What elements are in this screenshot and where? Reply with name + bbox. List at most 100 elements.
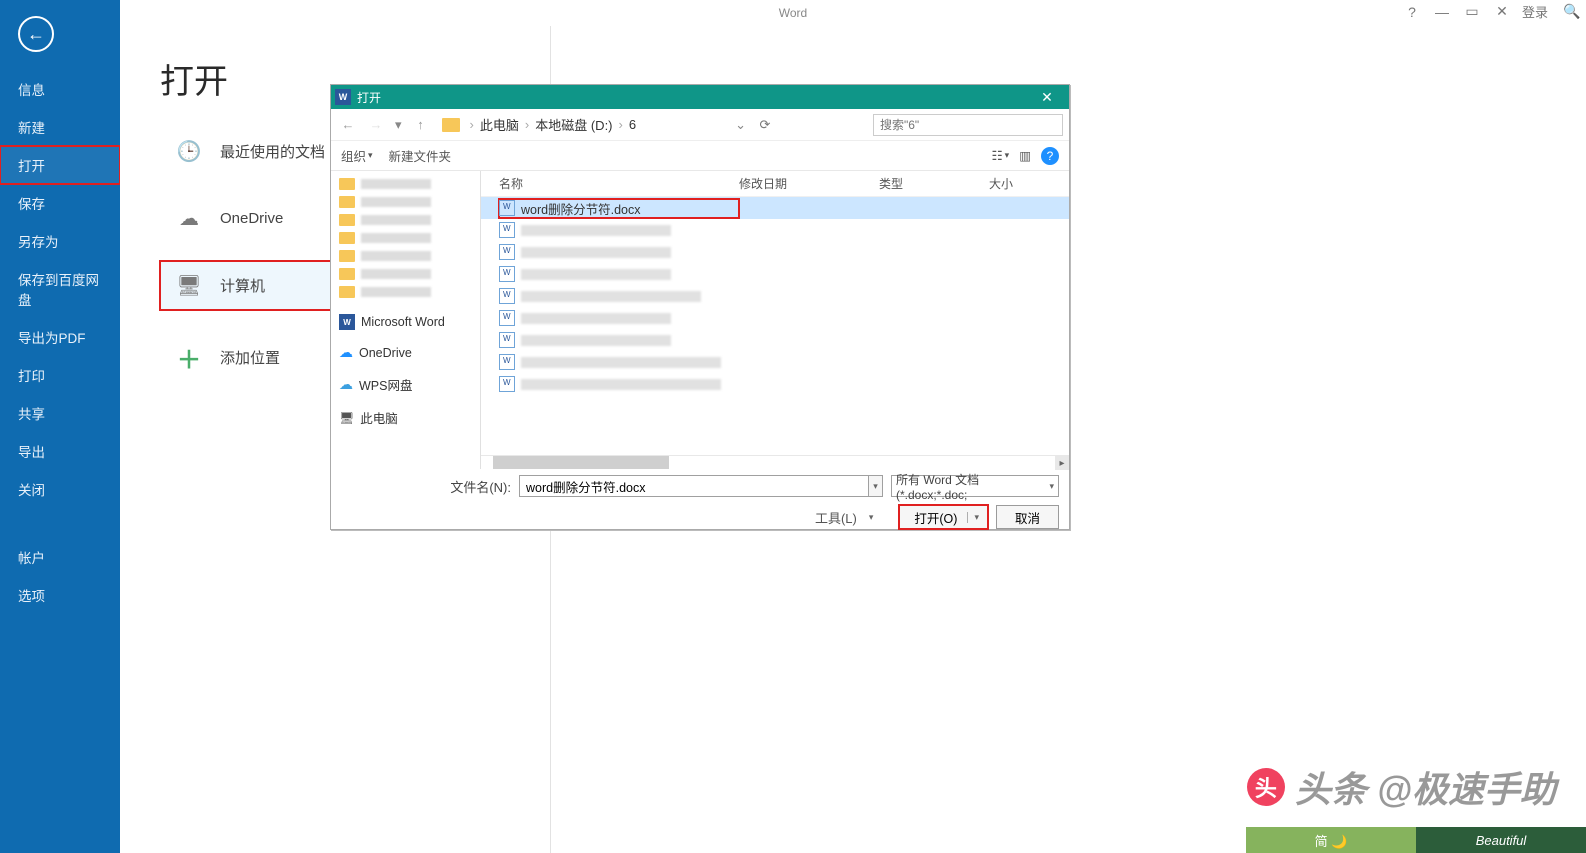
docx-icon [499,310,515,326]
file-row-selected[interactable]: word删除分节符.docx [481,197,1069,219]
open-file-dialog: W 打开 ✕ ← → ▾ ↑ › 此电脑 › 本地磁盘 (D:) › 6 ⌄ ⟳… [330,84,1070,530]
tools-label[interactable]: 工具(L) [815,508,857,527]
column-size[interactable]: 大小 [989,175,1049,192]
sidebar-item-export-pdf[interactable]: 导出为PDF [0,318,120,356]
scroll-right-icon[interactable]: ▸ [1055,456,1069,470]
breadcrumb-0[interactable]: 此电脑 [480,115,519,134]
blurred-text [521,313,671,324]
tree-thispc[interactable]: 🖥此电脑 [333,405,478,430]
file-row[interactable] [481,263,1069,285]
blurred-text [521,379,721,390]
dialog-body: WMicrosoft Word ☁OneDrive ☁WPS网盘 🖥此电脑 名称… [331,171,1069,469]
docx-icon [499,222,515,238]
scrollbar-thumb[interactable] [493,456,669,469]
file-filter-select[interactable]: 所有 Word 文档(*.docx;*.doc; ▾ [891,475,1059,497]
folder-icon [442,118,460,132]
computer-icon: 🖥 [339,411,354,425]
toolbar-newfolder[interactable]: 新建文件夹 [389,146,452,165]
bottom-pill-left: 简 🌙 [1246,827,1416,853]
tree-folder[interactable] [333,229,478,247]
open-button[interactable]: 打开(O) ▾ [899,505,988,529]
filename-input[interactable] [519,475,869,497]
chevron-down-icon: ▾ [368,150,373,161]
file-row[interactable] [481,351,1069,373]
file-row[interactable] [481,329,1069,351]
plus-icon: ＋ [174,340,204,375]
breadcrumb-sep: › [619,117,623,132]
tree-folder[interactable] [333,211,478,229]
nav-up-button[interactable]: ↑ [410,117,432,132]
tree-wps[interactable]: ☁WPS网盘 [333,372,478,397]
dialog-nav-bar: ← → ▾ ↑ › 此电脑 › 本地磁盘 (D:) › 6 ⌄ ⟳ [331,109,1069,141]
tree-folder[interactable] [333,193,478,211]
dialog-close-button[interactable]: ✕ [1029,89,1065,106]
sidebar-item-info[interactable]: 信息 [0,70,120,108]
sidebar-item-save-baidu[interactable]: 保存到百度网盘 [0,260,120,318]
blurred-text [521,269,671,280]
file-row[interactable] [481,219,1069,241]
file-list-area: 名称 修改日期 类型 大小 word删除分节符.docx [481,171,1069,469]
open-split-dropdown[interactable]: ▾ [967,512,979,523]
sidebar-item-close[interactable]: 关闭 [0,470,120,508]
tree-microsoft-word[interactable]: WMicrosoft Word [333,311,478,333]
sidebar-item-account[interactable]: 帐户 [0,538,120,576]
file-row[interactable] [481,373,1069,395]
close-app-icon[interactable]: ✕ [1492,3,1512,20]
tree-onedrive[interactable]: ☁OneDrive [333,341,478,364]
cloud-icon: ☁ [174,206,204,231]
toolbar-preview-button[interactable]: ▥ [1019,148,1031,163]
file-row[interactable] [481,285,1069,307]
tree-folder[interactable] [333,283,478,301]
toolbar-organize[interactable]: 组织 ▾ [341,146,373,165]
tree-folder[interactable] [333,175,478,193]
nav-history-dropdown[interactable]: ▾ [393,117,404,133]
tree-folder[interactable] [333,265,478,283]
tree-folder[interactable] [333,247,478,265]
column-name[interactable]: 名称 [499,175,739,192]
login-search-icon[interactable]: 🔍 [1562,3,1582,20]
window-controls: ? — ▭ ✕ 登录 🔍 [1402,2,1582,21]
column-date[interactable]: 修改日期 [739,175,879,192]
toolbar-view-button[interactable]: ☷ ▾ [991,148,1009,163]
horizontal-scrollbar[interactable]: ▸ [481,455,1069,469]
file-row[interactable] [481,241,1069,263]
nav-refresh-button[interactable]: ⟳ [754,117,776,133]
column-type[interactable]: 类型 [879,175,989,192]
back-button[interactable]: ← [18,16,54,52]
breadcrumb-sep: › [470,117,474,132]
tree-wps-label: WPS网盘 [359,375,412,394]
sidebar-item-save[interactable]: 保存 [0,184,120,222]
cancel-button[interactable]: 取消 [996,505,1059,529]
login-link[interactable]: 登录 [1522,2,1548,21]
nav-back-button[interactable]: ← [337,117,359,132]
blurred-text [521,247,671,258]
blurred-text [521,335,671,346]
sidebar-item-options[interactable]: 选项 [0,576,120,614]
docx-icon [499,266,515,282]
dialog-search-input[interactable] [873,114,1063,136]
nav-forward-button[interactable]: → [365,117,387,132]
filename-dropdown[interactable]: ▾ [869,475,883,497]
sidebar-item-export[interactable]: 导出 [0,432,120,470]
open-button-label: 打开(O) [914,508,957,527]
location-recent-label: 最近使用的文档 [220,141,325,162]
sidebar-item-saveas[interactable]: 另存为 [0,222,120,260]
filename-row: 文件名(N): ▾ 所有 Word 文档(*.docx;*.doc; ▾ [341,475,1059,497]
blurred-text [521,357,721,368]
file-list-rows: word删除分节符.docx [481,197,1069,455]
tools-dropdown[interactable]: ▾ [869,512,874,523]
sidebar-item-print[interactable]: 打印 [0,356,120,394]
docx-icon [499,200,515,216]
restore-icon[interactable]: ▭ [1462,3,1482,20]
sidebar-item-new[interactable]: 新建 [0,108,120,146]
watermark: 头 头条 @极速手助 [1247,761,1556,813]
toolbar-help-icon[interactable]: ? [1041,147,1059,165]
breadcrumb-1[interactable]: 本地磁盘 (D:) [535,115,612,134]
breadcrumb-dropdown[interactable]: ⌄ [733,117,748,133]
file-row[interactable] [481,307,1069,329]
sidebar-item-open[interactable]: 打开 [0,146,120,184]
help-icon[interactable]: ? [1402,4,1422,20]
sidebar-item-share[interactable]: 共享 [0,394,120,432]
breadcrumb-2[interactable]: 6 [629,117,636,132]
minimize-icon[interactable]: — [1432,4,1452,20]
